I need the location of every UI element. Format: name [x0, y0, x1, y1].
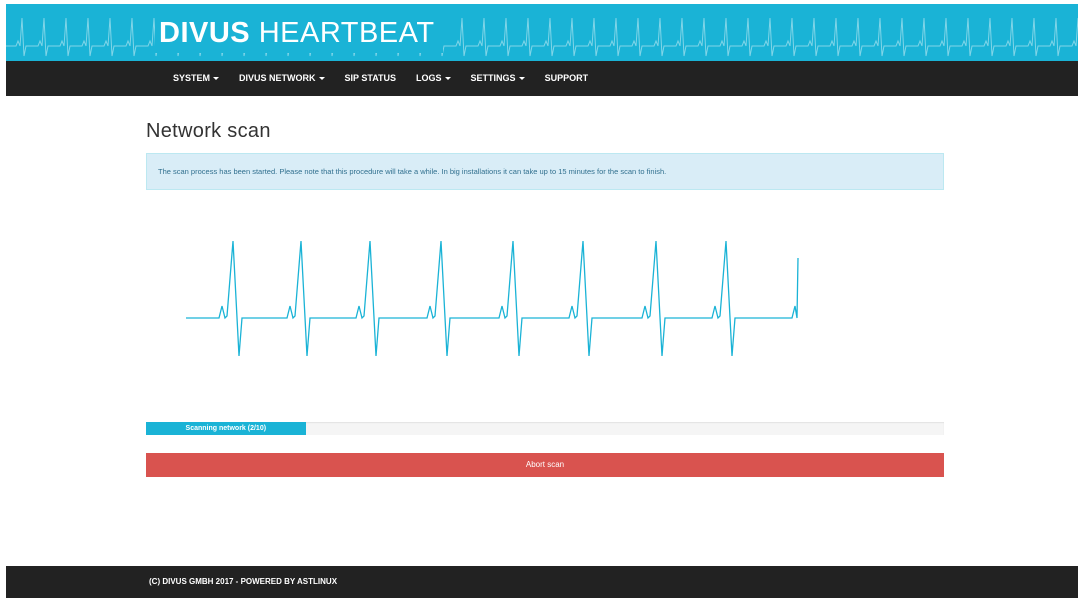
nav-menu: SYSTEM DIVUS NETWORK SIP STATUS LOGS SET… — [163, 61, 598, 96]
nav-item-label: SIP STATUS — [344, 73, 397, 83]
nav-item-label: SUPPORT — [544, 73, 589, 83]
banner: DIVUS HEARTBEAT — [6, 4, 1078, 61]
nav-item-label: DIVUS NETWORK — [239, 73, 316, 83]
caret-down-icon — [318, 77, 325, 80]
page-title: Network scan — [146, 120, 271, 142]
scan-info-alert: The scan process has been started. Pleas… — [146, 153, 944, 190]
nav-item-label: SETTINGS — [470, 73, 516, 83]
nav-item-label: LOGS — [416, 73, 442, 83]
caret-down-icon — [213, 77, 220, 80]
nav-item-logs[interactable]: LOGS — [406, 61, 461, 96]
caret-down-icon — [444, 77, 451, 80]
scan-progress: Scanning network (2/10) — [146, 422, 944, 435]
nav-item-settings[interactable]: SETTINGS — [461, 61, 535, 96]
nav-item-label: SYSTEM — [173, 73, 211, 83]
scan-progress-label: Scanning network (2/10) — [185, 425, 267, 432]
brand-name-light: HEARTBEAT — [258, 17, 435, 49]
brand-logo[interactable]: DIVUS HEARTBEAT — [155, 13, 443, 53]
brand-name-bold: DIVUS — [159, 17, 251, 49]
scan-progress-bar: Scanning network (2/10) — [146, 422, 306, 435]
abort-scan-button[interactable]: Abort scan — [146, 453, 944, 477]
nav-item-sip-status[interactable]: SIP STATUS — [335, 61, 407, 96]
nav-item-system[interactable]: SYSTEM — [163, 61, 229, 96]
footer-copyright: (C) DIVUS GMBH 2017 - POWERED BY ASTLINU… — [149, 577, 338, 586]
caret-down-icon — [518, 77, 525, 80]
main-navbar: SYSTEM DIVUS NETWORK SIP STATUS LOGS SET… — [6, 61, 1078, 96]
nav-item-support[interactable]: SUPPORT — [535, 61, 599, 96]
footer: (C) DIVUS GMBH 2017 - POWERED BY ASTLINU… — [6, 566, 1078, 598]
nav-item-divus-network[interactable]: DIVUS NETWORK — [229, 61, 335, 96]
heartbeat-line-icon — [186, 240, 799, 357]
